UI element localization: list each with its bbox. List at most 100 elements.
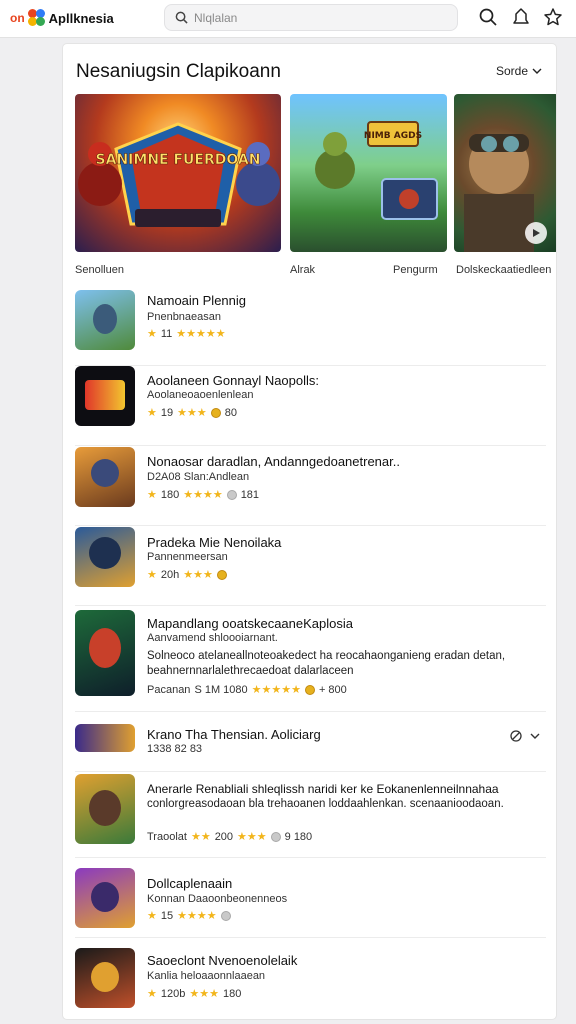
app-subtitle: Aanvamend shloooiarnant.: [147, 632, 278, 644]
rating-prefix: Pacanan: [147, 683, 191, 696]
rating-stars: ★★★: [237, 831, 267, 843]
featured-banner-3[interactable]: [454, 94, 556, 252]
coin-icon: [210, 407, 221, 418]
brand-prefix: on: [10, 11, 25, 25]
rating-extra: 80: [224, 406, 237, 419]
app-name: Pradeka Mie Nenoilaka: [147, 535, 282, 550]
rating-stars: ★★★: [183, 569, 213, 581]
play-video-button[interactable]: [525, 222, 547, 244]
coin-icon: [220, 910, 231, 921]
banner-caption: Pengurm: [393, 264, 438, 276]
app-description: conlorgreasodaoan bla trehaoanen loddaah…: [147, 798, 504, 810]
rating-stars: ★★★★★: [251, 684, 301, 696]
app-rating: ★ 11 ★★★★★: [147, 327, 226, 341]
app-name: Mapandlang ooatskecaaneKaplosia: [147, 616, 353, 631]
app-subtitle: Kanlia heloaaonnlaaean: [147, 970, 266, 982]
list-item[interactable]: Pradeka Mie Nenoilaka Pannenmeersan ★ 20…: [75, 526, 546, 606]
rating-stars: ★: [147, 328, 157, 340]
banner-art-text: SANIMNE FUERDOAN: [96, 152, 261, 168]
featured-banner-2[interactable]: NIMB AGDS: [290, 94, 447, 252]
rating-stars: ★★★★★: [176, 328, 226, 340]
app-subtitle: D2A08 Slan:Andlean: [147, 471, 250, 483]
app-subtitle: Pnenbnaeasan: [147, 311, 222, 323]
app-rating: Traoolat ★★ 200 ★★★ 9 180: [147, 830, 313, 844]
rating-stars: ★: [147, 988, 157, 1000]
rating-extra: + 800: [318, 683, 347, 696]
rating-stars: ★★: [190, 831, 211, 843]
app-name: Krano Tha Thensian. Aoliciarg: [147, 727, 321, 742]
sort-label: Sorde: [495, 64, 528, 78]
banner-caption: Dolskeckaatiedleen: [456, 264, 552, 276]
list-item[interactable]: Krano Tha Thensian. Aoliciarg 1338 82 83: [75, 712, 546, 772]
chevron-down-icon[interactable]: [530, 731, 540, 741]
list-item[interactable]: Mapandlang ooatskecaaneKaplosia Aanvamen…: [75, 606, 546, 712]
app-subtitle: Pannenmeersan: [147, 551, 228, 563]
app-icon: [75, 290, 135, 350]
bell-icon[interactable]: [511, 7, 531, 27]
rating-stars: ★: [147, 489, 157, 501]
brand-name: Apllknesia: [48, 10, 114, 26]
search-icon[interactable]: [478, 7, 498, 27]
search-box[interactable]: [164, 4, 458, 31]
rating-value: 200: [214, 830, 234, 843]
apps-panel: Nesaniugsin Clapikoann Sorde SANIMNE FUE…: [62, 43, 557, 1020]
app-icon: [75, 366, 135, 426]
app-subtitle: Aoolaneoaoenlenlean: [147, 389, 254, 401]
app-icon: [75, 948, 135, 1008]
app-icon: [75, 774, 135, 844]
app-subtitle: Konnan Daaoonbeonenneos: [147, 893, 288, 905]
rating-stars: ★★★★: [183, 489, 223, 501]
star-icon[interactable]: [543, 7, 563, 27]
rating-stars: ★★★: [177, 407, 207, 419]
app-rating: ★ 15 ★★★★: [147, 909, 231, 922]
banner-artwork: NIMB AGDS: [315, 121, 438, 220]
rating-extra: 9 180: [284, 830, 313, 843]
app-icon: [75, 527, 135, 587]
list-item[interactable]: Dollcaplenaain Konnan Daaoonbeonenneos ★…: [75, 858, 546, 938]
rating-value: 20h: [160, 568, 180, 581]
list-item[interactable]: Aoolaneen Gonnayl Naopolls: Aoolaneoaoen…: [75, 366, 546, 446]
app-name: Dollcaplenaain: [147, 876, 233, 891]
list-item[interactable]: Anerarle Renabliali shleqlissh naridi ke…: [75, 772, 546, 858]
rating-value: 11: [160, 327, 173, 340]
app-icon: [75, 610, 135, 696]
app-subtitle: 1338 82 83: [147, 743, 203, 755]
panel-title: Nesaniugsin Clapikoann: [76, 61, 281, 82]
app-name: Saoeclont Nvenoenolelaik: [147, 953, 298, 968]
rating-stars: ★: [147, 569, 157, 581]
featured-banner-1[interactable]: SANIMNE FUERDOAN: [75, 94, 281, 252]
app-rating: Pacanan S 1M 1080 ★★★★★ + 800: [147, 683, 347, 697]
rating-stars: ★: [147, 407, 157, 419]
rating-stars: ★★★: [189, 988, 219, 1000]
app-icon: [75, 447, 135, 507]
app-icon: [75, 868, 135, 928]
list-item[interactable]: Nonaosar daradlan, Andanngedoanetrenar..…: [75, 446, 546, 526]
coin-icon: [270, 831, 281, 842]
top-bar: on Apllknesia: [0, 0, 576, 38]
rating-stars: ★★★★: [177, 910, 217, 922]
rating-extra: 181: [240, 488, 260, 501]
app-name: Nonaosar daradlan, Andanngedoanetrenar..: [147, 454, 400, 469]
rating-value: S 1M 1080: [194, 683, 248, 696]
rating-value: 120b: [160, 987, 186, 1000]
rating-extra: 180: [222, 987, 242, 1000]
app-rating: ★ 180 ★★★★ 181: [147, 488, 260, 502]
app-rating: ★ 120b ★★★ 180: [147, 987, 242, 1001]
share-icon[interactable]: [509, 729, 523, 743]
app-name: Aoolaneen Gonnayl Naopolls:: [147, 373, 320, 388]
brand-logo-icon: [27, 9, 46, 27]
app-name: Namoain Plennig: [147, 293, 247, 308]
brand[interactable]: on Apllknesia: [10, 9, 114, 27]
banner-artwork: SANIMNE FUERDOAN: [78, 122, 280, 227]
app-name: Anerarle Renabliali shleqlissh naridi ke…: [147, 782, 499, 796]
rating-value: 15: [160, 909, 174, 922]
sort-dropdown[interactable]: Sorde: [496, 64, 542, 78]
search-input[interactable]: [194, 10, 434, 25]
chevron-down-icon: [532, 68, 542, 74]
app-rating: ★ 20h ★★★: [147, 568, 227, 581]
coin-icon: [216, 569, 227, 580]
app-icon: [75, 724, 135, 752]
list-item[interactable]: Saoeclont Nvenoenolelaik Kanlia heloaaon…: [75, 938, 546, 1018]
coin-icon: [304, 684, 315, 695]
list-item[interactable]: Namoain Plennig Pnenbnaeasan ★ 11 ★★★★★: [75, 289, 546, 366]
